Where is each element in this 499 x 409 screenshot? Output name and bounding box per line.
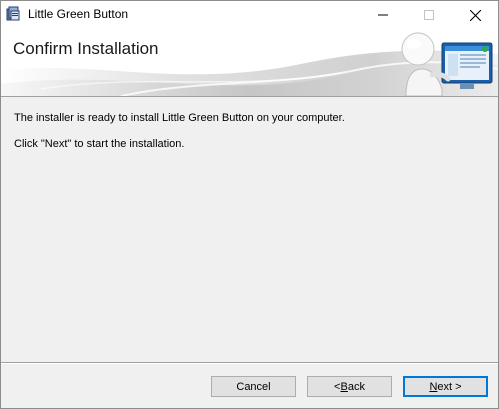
next-button-accelerator: N (429, 380, 438, 393)
maximize-icon (424, 10, 434, 20)
footer-divider-highlight (1, 363, 498, 364)
next-button[interactable]: Next > (403, 376, 488, 397)
window-title: Little Green Button (28, 7, 129, 21)
minimize-icon (378, 14, 388, 16)
next-button-rest: ext > (437, 380, 462, 393)
title-bar[interactable]: Little Green Button (1, 1, 498, 29)
back-button-rest: ack (347, 380, 365, 393)
close-button[interactable] (452, 1, 498, 29)
banner-divider (1, 96, 498, 97)
instruction-message: Click "Next" to start the installation. (14, 138, 185, 150)
cancel-button[interactable]: Cancel (211, 376, 296, 397)
installer-window: Little Green Button Confirm Installation… (0, 0, 499, 409)
ready-message: The installer is ready to install Little… (14, 112, 345, 124)
figure-with-monitor-illustration (400, 32, 493, 96)
minimize-button[interactable] (360, 1, 406, 29)
back-button[interactable]: < Back (307, 376, 392, 397)
close-icon (469, 9, 481, 21)
installer-icon (6, 6, 20, 21)
maximize-button[interactable] (406, 1, 452, 29)
header-banner: Confirm Installation (1, 29, 498, 96)
back-button-accelerator: B (340, 380, 348, 393)
page-title: Confirm Installation (13, 39, 159, 58)
